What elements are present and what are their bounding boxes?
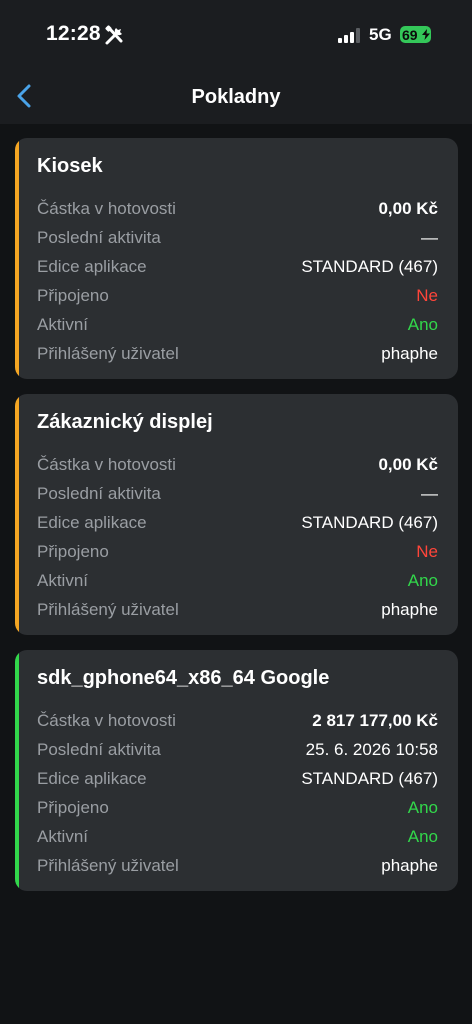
row-value: Ne (416, 285, 438, 305)
row-label: Připojeno (37, 285, 109, 305)
network-type: 5G (369, 25, 392, 44)
row-value: STANDARD (467) (301, 768, 438, 788)
register-card-sdk-gphone[interactable]: sdk_gphone64_x86_64 Google Částka v hoto… (15, 650, 458, 891)
row-label: Aktivní (37, 314, 89, 334)
navigation-bar: Pokladny (0, 70, 472, 124)
row-value: STANDARD (467) (301, 512, 438, 532)
row-label: Poslední aktivita (37, 739, 161, 759)
row-label: Částka v hotovosti (37, 198, 176, 218)
row-label: Připojeno (37, 797, 109, 817)
register-card-kiosek[interactable]: Kiosek Částka v hotovosti 0,00 Kč Posled… (15, 138, 458, 379)
connected-row: Připojeno Ano (37, 793, 438, 822)
cash-amount-row: Částka v hotovosti 0,00 Kč (37, 194, 438, 223)
page-title: Pokladny (191, 86, 281, 108)
row-value: — (421, 227, 438, 247)
register-name: Zákaznický displej (37, 411, 213, 433)
row-value: 0,00 Kč (378, 198, 438, 218)
cash-amount-row: Částka v hotovosti 2 817 177,00 Kč (37, 706, 438, 735)
row-value: Ne (416, 541, 438, 561)
register-name: sdk_gphone64_x86_64 Google (37, 667, 330, 689)
connected-row: Připojeno Ne (37, 537, 438, 566)
battery-indicator: 69 (400, 26, 431, 43)
active-row: Aktivní Ano (37, 566, 438, 595)
row-label: Edice aplikace (37, 512, 147, 532)
row-label: Edice aplikace (37, 256, 147, 276)
row-value: STANDARD (467) (301, 256, 438, 276)
row-label: Poslední aktivita (37, 483, 161, 503)
row-label: Připojeno (37, 541, 109, 561)
active-row: Aktivní Ano (37, 822, 438, 851)
active-row: Aktivní Ano (37, 310, 438, 339)
row-label: Edice aplikace (37, 768, 147, 788)
battery-level: 69 (402, 26, 418, 43)
last-activity-row: Poslední aktivita — (37, 223, 438, 252)
status-bar: 12:28 5G 69 (0, 0, 472, 70)
row-label: Aktivní (37, 570, 89, 590)
last-activity-row: Poslední aktivita 25. 6. 2026 10:58 (37, 735, 438, 764)
row-value: Ano (407, 314, 438, 334)
row-label: Přihlášený uživatel (37, 343, 179, 363)
row-value: 2 817 177,00 Kč (312, 710, 438, 730)
row-label: Částka v hotovosti (37, 710, 176, 730)
cash-amount-row: Částka v hotovosti 0,00 Kč (37, 450, 438, 479)
row-value: Ano (407, 797, 438, 817)
last-activity-row: Poslední aktivita — (37, 479, 438, 508)
row-label: Částka v hotovosti (37, 454, 176, 474)
row-label: Poslední aktivita (37, 227, 161, 247)
cellular-signal-icon (338, 28, 360, 43)
row-label: Přihlášený uživatel (37, 855, 179, 875)
app-edition-row: Edice aplikace STANDARD (467) (37, 508, 438, 537)
row-value: phaphe (381, 343, 438, 363)
register-list: Kiosek Částka v hotovosti 0,00 Kč Posled… (15, 138, 458, 906)
row-label: Přihlášený uživatel (37, 599, 179, 619)
row-value: Ano (407, 570, 438, 590)
logged-user-row: Přihlášený uživatel phaphe (37, 851, 438, 880)
row-value: 25. 6. 2026 10:58 (305, 739, 438, 759)
row-value: — (421, 483, 438, 503)
register-card-customer-display[interactable]: Zákaznický displej Částka v hotovosti 0,… (15, 394, 458, 635)
row-value: Ano (407, 826, 438, 846)
row-value: 0,00 Kč (378, 454, 438, 474)
connected-row: Připojeno Ne (37, 281, 438, 310)
app-edition-row: Edice aplikace STANDARD (467) (37, 764, 438, 793)
register-name: Kiosek (37, 155, 103, 177)
logged-user-row: Přihlášený uživatel phaphe (37, 595, 438, 624)
charging-bolt-icon (422, 29, 430, 40)
row-value: phaphe (381, 599, 438, 619)
app-edition-row: Edice aplikace STANDARD (467) (37, 252, 438, 281)
tools-icon (105, 25, 123, 45)
row-label: Aktivní (37, 826, 89, 846)
status-time: 12:28 (46, 22, 101, 45)
row-value: phaphe (381, 855, 438, 875)
logged-user-row: Přihlášený uživatel phaphe (37, 339, 438, 368)
